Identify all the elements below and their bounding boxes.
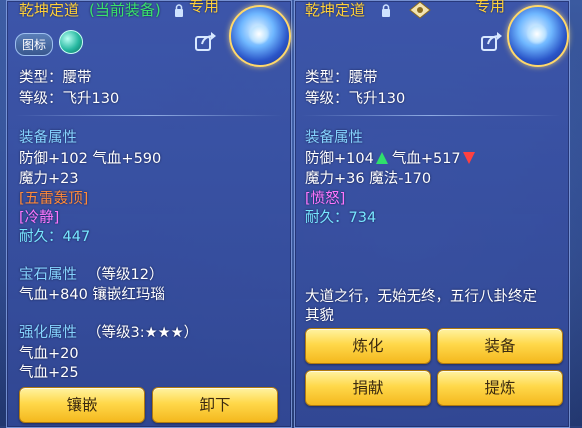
gem-header: 宝石属性 bbox=[19, 267, 77, 283]
arrow-down-icon bbox=[462, 152, 475, 164]
lock-icon bbox=[175, 4, 183, 17]
refine-button[interactable]: 炼化 bbox=[305, 328, 431, 364]
extract-button[interactable]: 提炼 bbox=[437, 370, 563, 406]
stats-line-2: 魔力+23 bbox=[19, 171, 79, 187]
emblem-icon bbox=[229, 5, 291, 67]
description-line-2: 其貌 bbox=[305, 308, 334, 324]
hp-stat: 气血+517 bbox=[391, 151, 461, 167]
stats-line-1: 防御+102 气血+590 bbox=[19, 151, 162, 167]
gem-line: 气血+840 镶嵌红玛瑙 bbox=[19, 287, 165, 303]
attr-header: 装备属性 bbox=[305, 130, 363, 146]
type-line: 类型：腰带 bbox=[305, 70, 378, 86]
equipped-item-panel: 乾坤定道 (当前装备) 专用 图标 类型：腰带 等级：飞升130 装备属性 防御… bbox=[6, 0, 292, 428]
gem-icon bbox=[59, 30, 83, 54]
stats-line-1: 防御+104 气血+517 bbox=[305, 147, 475, 168]
type-line: 类型：腰带 bbox=[19, 70, 92, 86]
special-effect: [愤怒] bbox=[305, 191, 346, 207]
item-name: 乾坤定道 bbox=[305, 1, 366, 19]
arrow-up-icon bbox=[375, 152, 388, 164]
enhance-level: （等级3:★★★） bbox=[87, 325, 199, 341]
description-line-1: 大道之行，无始无终，五行八卦终定 bbox=[305, 289, 537, 305]
equipped-tag: (当前装备) bbox=[89, 1, 161, 19]
emblem-icon bbox=[507, 5, 569, 67]
share-icon[interactable] bbox=[481, 31, 503, 51]
durability: 耐久：447 bbox=[19, 229, 91, 245]
exclusive-label: 专用 bbox=[189, 0, 220, 15]
attr-header: 装备属性 bbox=[19, 130, 77, 146]
level-line: 等级：飞升130 bbox=[19, 91, 120, 107]
defense-stat: 防御+104 bbox=[305, 151, 374, 167]
compare-item-panel: 乾坤定道 专用 类型：腰带 等级：飞升130 装备属性 防御+104 气血+517… bbox=[294, 0, 570, 428]
medal-icon bbox=[409, 1, 431, 19]
gem-level: （等级12） bbox=[87, 267, 164, 283]
durability: 耐久：734 bbox=[305, 210, 377, 226]
inlay-button[interactable]: 镶嵌 bbox=[19, 387, 145, 423]
donate-button[interactable]: 捐献 bbox=[305, 370, 431, 406]
level-line: 等级：飞升130 bbox=[305, 91, 406, 107]
divider bbox=[15, 115, 283, 116]
enhance-header: 强化属性 bbox=[19, 325, 77, 341]
stats-line-2: 魔力+36 魔法-170 bbox=[305, 171, 432, 187]
share-icon[interactable] bbox=[195, 31, 217, 51]
unequip-button[interactable]: 卸下 bbox=[152, 387, 278, 423]
special-skill: [五雷轰顶] bbox=[19, 191, 89, 207]
equip-button[interactable]: 装备 bbox=[437, 328, 563, 364]
item-name: 乾坤定道 bbox=[19, 1, 80, 19]
divider bbox=[301, 115, 561, 116]
exclusive-label: 专用 bbox=[475, 0, 506, 15]
special-effect: [冷静] bbox=[19, 210, 60, 226]
enhance-line-2: 气血+25 bbox=[19, 365, 79, 381]
icon-tag-button[interactable]: 图标 bbox=[15, 33, 54, 56]
lock-icon bbox=[382, 4, 390, 17]
enhance-line-1: 气血+20 bbox=[19, 346, 79, 362]
